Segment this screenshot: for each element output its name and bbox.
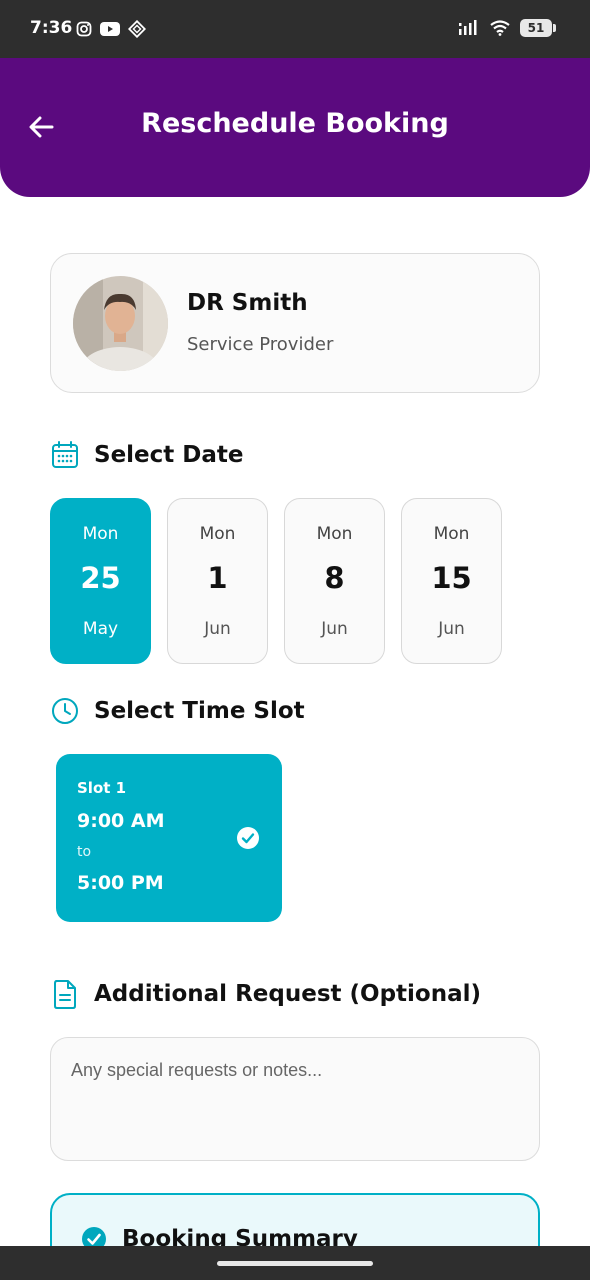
home-indicator[interactable] — [217, 1261, 373, 1266]
date-number: 8 — [324, 561, 345, 595]
slot-to-label: to — [77, 844, 92, 860]
avatar-image — [73, 276, 168, 371]
date-number: 15 — [431, 561, 472, 595]
date-day: Mon — [82, 524, 119, 544]
select-time-title: Select Time Slot — [94, 698, 305, 724]
status-time: 7:36 — [30, 18, 73, 38]
provider-name: DR Smith — [187, 290, 308, 316]
time-slot-card[interactable]: Slot 1 9:00 AM to 5:00 PM — [56, 754, 282, 922]
date-month: Jun — [204, 619, 231, 639]
signal-icon — [459, 20, 477, 35]
date-day: Mon — [199, 524, 236, 544]
calendar-icon — [52, 441, 78, 468]
date-number: 1 — [207, 561, 228, 595]
select-date-title: Select Date — [94, 442, 244, 468]
date-month: Jun — [321, 619, 348, 639]
slot-label: Slot 1 — [77, 779, 127, 797]
notes-input[interactable] — [71, 1060, 521, 1140]
notes-box — [50, 1037, 540, 1161]
instagram-icon — [76, 21, 92, 37]
date-month: Jun — [438, 619, 465, 639]
app-header: Reschedule Booking — [0, 58, 590, 197]
system-nav-bar — [0, 1246, 590, 1280]
status-left-icons — [76, 20, 146, 38]
check-circle-icon — [237, 827, 259, 849]
slot-start-time: 9:00 AM — [77, 810, 165, 832]
select-time-heading: Select Time Slot — [50, 696, 305, 726]
app-diamond-icon — [128, 20, 146, 38]
slot-end-time: 5:00 PM — [77, 872, 164, 894]
avatar — [73, 276, 168, 371]
date-month: May — [82, 619, 119, 639]
select-date-heading: Select Date — [50, 440, 244, 470]
date-number: 25 — [80, 561, 121, 595]
date-card[interactable]: Mon 8 Jun — [284, 498, 385, 664]
page-title: Reschedule Booking — [141, 108, 449, 139]
wifi-icon — [490, 20, 510, 36]
status-bar: 7:36 51 — [0, 0, 590, 58]
date-card[interactable]: Mon 1 Jun — [167, 498, 268, 664]
battery-icon: 51 — [520, 19, 556, 37]
provider-card: DR Smith Service Provider — [50, 253, 540, 393]
additional-request-heading: Additional Request (Optional) — [50, 978, 481, 1010]
date-day: Mon — [433, 524, 470, 544]
additional-request-title: Additional Request (Optional) — [94, 981, 482, 1007]
youtube-icon — [100, 22, 120, 36]
date-card-selected[interactable]: Mon 25 May — [50, 498, 151, 664]
document-icon — [54, 980, 76, 1009]
status-right-icons: 51 — [458, 19, 556, 37]
date-list: Mon 25 May Mon 1 Jun Mon 8 Jun Mon 15 Ju… — [50, 498, 502, 664]
provider-role: Service Provider — [187, 334, 334, 355]
clock-icon — [52, 698, 78, 724]
date-day: Mon — [316, 524, 353, 544]
date-card[interactable]: Mon 15 Jun — [401, 498, 502, 664]
